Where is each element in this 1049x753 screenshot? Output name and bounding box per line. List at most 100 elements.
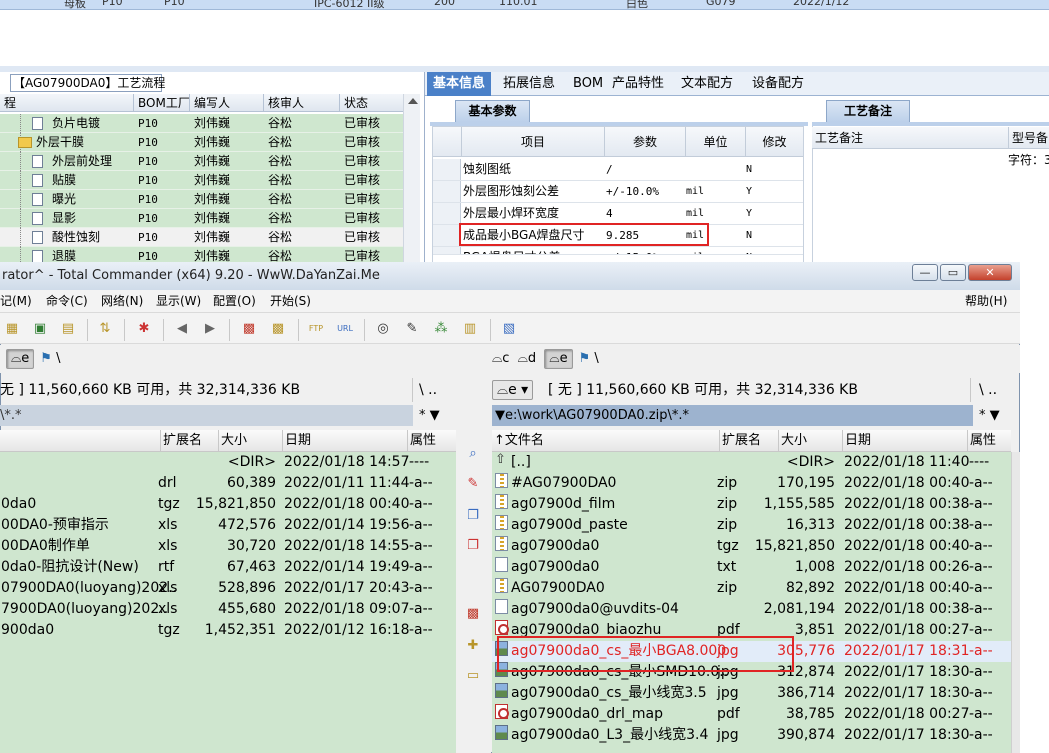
process-row[interactable]: 负片电镀 P10 刘伟巍 谷松 已审核 [0, 114, 403, 133]
col-header-writer[interactable]: 编写人 [189, 94, 263, 112]
right-drive-combo[interactable]: ⌓e ▾ [492, 380, 534, 400]
col-header-modify[interactable]: 修改 [745, 127, 803, 157]
file-row[interactable]: ag07900da0_drl_map pdf 38,785 2022/01/18 00… [492, 704, 1011, 725]
process-row[interactable]: 显影 P10 刘伟巍 谷松 已审核 [0, 209, 403, 228]
col-attr[interactable]: 属性 [967, 430, 996, 452]
file-row[interactable]: ag07900d_film zip 1,155,585 2022/01/18 00:3… [492, 494, 1011, 515]
copy-icon[interactable]: ❐ [465, 508, 481, 524]
multi-rename-icon[interactable]: ✎ [403, 320, 421, 338]
process-row[interactable]: 酸性蚀刻 P10 刘伟巍 谷松 已审核 [0, 228, 403, 247]
col-date[interactable]: 日期 [842, 430, 871, 452]
file-row[interactable]: ⇧ [..] <DIR> 2022/01/18 11:40 ---- [492, 452, 1011, 473]
url-icon[interactable]: URL [336, 320, 354, 338]
process-row[interactable]: 贴膜 P10 刘伟巍 谷松 已审核 [0, 171, 403, 190]
col-header-param[interactable]: 参数 [604, 127, 685, 157]
left-root-button[interactable]: \ [56, 351, 60, 366]
col-header-process[interactable]: 程 [0, 94, 16, 112]
param-value[interactable]: / [606, 159, 613, 180]
menu-network[interactable]: 网络(N) [101, 290, 143, 312]
back-arrow-icon[interactable]: ◀ [173, 320, 191, 338]
file-row[interactable]: ag07900da0 txt 1,008 2022/01/18 00:26 -a-- [492, 557, 1011, 578]
forward-arrow-icon[interactable]: ▶ [201, 320, 219, 338]
col-header-process-note[interactable]: 工艺备注 [815, 127, 863, 149]
process-flow-title[interactable]: 【AG07900DA0】工艺流程 [10, 74, 165, 92]
view-icon[interactable]: ⌕ [465, 446, 481, 462]
menu-help[interactable]: 帮助(H) [965, 290, 1007, 312]
param-row[interactable]: 外层最小焊环宽度 4 mil Y [433, 203, 803, 225]
right-root-button[interactable]: \ [594, 351, 598, 366]
menu-configuration[interactable]: 配置(O) [213, 290, 256, 312]
tab-product-features[interactable]: 产品特性 [606, 72, 670, 96]
file-row[interactable]: 0da0-阻抗设计(New) rtf 67,463 2022/01/14 19:49-… [0, 557, 456, 578]
param-value[interactable]: +/-15.0% [606, 247, 659, 254]
menu-show[interactable]: 显示(W) [156, 290, 201, 312]
tab-equipment-recipe[interactable]: 设备配方 [746, 72, 810, 96]
file-row[interactable]: ag07900da0_cs_最小线宽3.5 jpg 386,714 2022/01/1… [492, 683, 1011, 704]
file-row[interactable]: ag07900da0 tgz 15,821,850 2022/01/18 00:40-… [492, 536, 1011, 557]
col-header-unit[interactable]: 单位 [685, 127, 745, 157]
col-header-model-note[interactable]: 型号备 [1008, 127, 1048, 149]
file-row[interactable]: AG07900DA0 zip 82,892 2022/01/18 00:40 -a-- [492, 578, 1011, 599]
minimize-button[interactable]: — [912, 264, 938, 281]
encoding-icon[interactable]: ▥ [461, 320, 479, 338]
right-drive-c-button[interactable]: ⌓c [492, 351, 509, 366]
param-row[interactable]: 外层图形蚀刻公差 +/-10.0% mil Y [433, 181, 803, 203]
left-path-bar[interactable]: \*.* [0, 405, 413, 426]
folder-tree-icon[interactable]: ▤ [59, 320, 77, 338]
network-icon[interactable]: ⚑ [579, 351, 591, 366]
tab-extended-info[interactable]: 拓展信息 [497, 72, 561, 96]
pack-files-icon[interactable]: ▩ [465, 606, 481, 622]
col-ext[interactable]: 扩展名 [160, 430, 202, 452]
menu-mark[interactable]: 记(M) [0, 290, 32, 312]
folder-icon[interactable]: ▭ [465, 668, 481, 684]
tab-process-note[interactable]: 工艺备注 [826, 100, 910, 122]
binoculars-icon[interactable]: ◎ [374, 320, 392, 338]
file-row[interactable]: ag07900da0@uvdits-04 2,081,194 2022/01/18 … [492, 599, 1011, 620]
thumbnail-view-icon[interactable]: ▣ [31, 320, 49, 338]
close-button[interactable]: ✕ [968, 264, 1012, 281]
ftp-icon[interactable]: FTP [307, 320, 325, 338]
network-icon[interactable]: ⚑ [40, 351, 52, 366]
tab-basic-info[interactable]: 基本信息 [427, 72, 492, 96]
edit-icon[interactable]: ✎ [465, 476, 481, 492]
right-drive-e-button[interactable]: ⌓e [544, 348, 573, 369]
sync-dirs-icon[interactable]: ⁂ [432, 320, 450, 338]
col-size[interactable]: 大小 [218, 430, 247, 452]
notepad-icon[interactable]: ▧ [500, 320, 518, 338]
process-row[interactable]: 曝光 P10 刘伟巍 谷松 已审核 [0, 190, 403, 209]
right-scrollbar[interactable] [1011, 452, 1020, 753]
col-header-item[interactable]: 项目 [461, 127, 604, 157]
tab-basic-params[interactable]: 基本参数 [455, 100, 530, 122]
process-row[interactable]: 外层干膜 P10 刘伟巍 谷松 已审核 [0, 133, 403, 152]
new-folder-icon[interactable]: ✚ [465, 638, 481, 654]
col-date[interactable]: 日期 [282, 430, 311, 452]
param-row[interactable]: 蚀刻图纸 / N [433, 159, 803, 181]
right-path-bar[interactable]: ▼e:\work\AG07900DA0.zip\*.* [492, 405, 973, 426]
col-ext[interactable]: 扩展名 [719, 430, 761, 452]
left-root-up-buttons[interactable]: \ .. [412, 378, 437, 402]
tree-icon[interactable]: ▦ [3, 320, 21, 338]
file-row[interactable]: <DIR> 2022/01/18 14:57 ---- [0, 452, 456, 473]
file-row[interactable]: ag07900da0_L3_最小线宽3.4 jpg 390,874 2022/01/1… [492, 725, 1011, 746]
param-value[interactable]: 4 [606, 203, 613, 224]
col-attr[interactable]: 属性 [407, 430, 436, 452]
param-value[interactable]: +/-10.0% [606, 181, 659, 202]
file-row[interactable]: 00DA0-预审指示 xls 472,576 2022/01/14 19:56 -a-- [0, 515, 456, 536]
col-name[interactable]: ↑文件名 [492, 430, 544, 452]
select-icon[interactable]: ✱ [135, 320, 153, 338]
col-header-status[interactable]: 状态 [339, 94, 403, 112]
col-header-reviewer[interactable]: 核审人 [263, 94, 339, 112]
tab-text-recipe[interactable]: 文本配方 [675, 72, 739, 96]
right-drive-d-button[interactable]: ⌓d [518, 351, 537, 366]
right-filter-button[interactable]: * ▼ [973, 405, 1020, 426]
file-row[interactable]: 900da0 tgz 1,452,351 2022/01/12 16:18 -a-- [0, 620, 456, 641]
file-row[interactable]: drl 60,389 2022/01/11 11:44 -a-- [0, 473, 456, 494]
file-row[interactable]: 7900DA0(luoyang)202.. xls 455,680 2022/01/1… [0, 599, 456, 620]
left-filter-button[interactable]: * ▼ [413, 405, 456, 426]
pack-icon[interactable]: ▩ [240, 320, 258, 338]
file-row[interactable]: 07900DA0(luoyang)202.. xls 528,896 2022/01/… [0, 578, 456, 599]
unpack-icon[interactable]: ▩ [269, 320, 287, 338]
menu-commands[interactable]: 命令(C) [46, 290, 88, 312]
maximize-button[interactable]: ▭ [940, 264, 966, 281]
compare-folders-icon[interactable]: ⇅ [96, 320, 114, 338]
